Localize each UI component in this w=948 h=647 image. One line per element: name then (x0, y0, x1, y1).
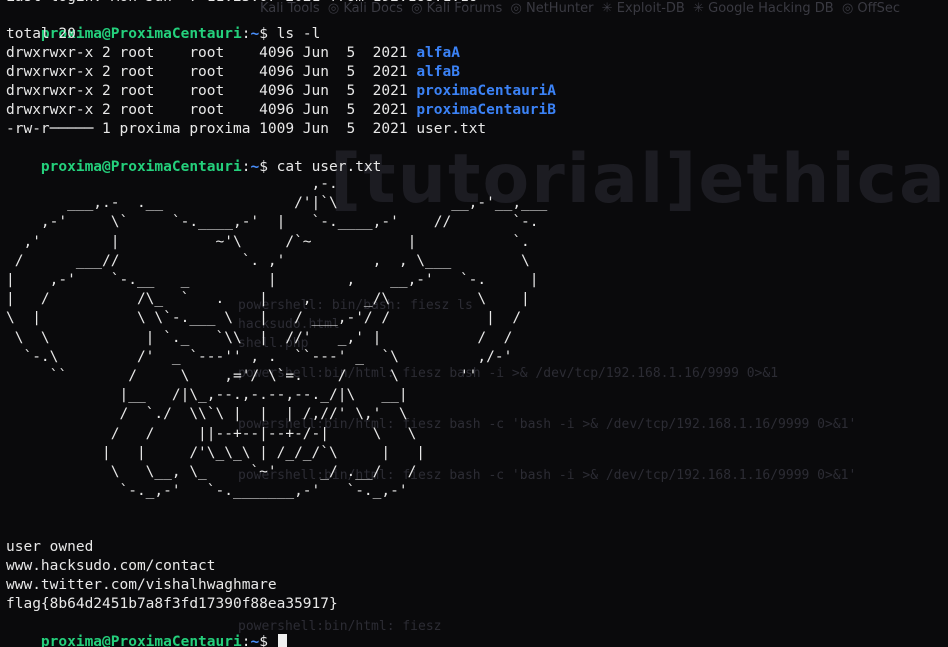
ascii-art-logo: ,-. ___,.- .__ /'|`\ __,-'__,___ ,-' \` … (6, 176, 548, 500)
ls-row-meta: drwxrwxr-x 2 root root 4096 Jun 5 2021 (6, 64, 417, 80)
contact-url-line: www.hacksudo.com/contact (6, 558, 216, 574)
flag-line: flag{8b64d2451b7a8f3fd17390f88ea35917} (6, 596, 338, 612)
prompt-path: ~ (250, 634, 260, 647)
user-owned-line: user owned (6, 539, 94, 555)
ls-row: drwxrwxr-x 2 root root 4096 Jun 5 2021 a… (6, 44, 460, 63)
prompt-path: ~ (250, 159, 260, 175)
terminal-window[interactable]: Kali Tools ◎ Kali Docs ◎ Kali Forums ◎ N… (0, 0, 948, 647)
prompt-path: ~ (250, 26, 260, 42)
ls-total: total 20 (6, 26, 76, 42)
command-ls: ls -l (276, 26, 321, 42)
prompt-line-current[interactable]: proxima@ProximaCentauri:~$ (6, 614, 287, 647)
ls-row: -rw-r───── 1 proxima proxima 1009 Jun 5 … (6, 120, 486, 139)
ls-row: drwxrwxr-x 2 root root 4096 Jun 5 2021 p… (6, 101, 556, 120)
prompt-user-host: proxima@ProximaCentauri (40, 159, 242, 175)
ls-row-name: alfaB (416, 64, 460, 80)
ls-row-meta: drwxrwxr-x 2 root root 4096 Jun 5 2021 (6, 102, 417, 118)
prompt-symbol: $ (259, 26, 277, 42)
command-cat: cat user.txt (276, 159, 382, 175)
ls-row-name: proximaCentauriB (416, 102, 556, 118)
prompt-line-ls: proxima@ProximaCentauri:~$ ls -l (6, 6, 320, 42)
twitter-url-line: www.twitter.com/vishalhwaghmare (6, 577, 277, 593)
ls-row-meta: -rw-r───── 1 proxima proxima 1009 Jun 5 … (6, 121, 417, 137)
prompt-user-host: proxima@ProximaCentauri (40, 634, 242, 647)
ls-row-meta: drwxrwxr-x 2 root root 4096 Jun 5 2021 (6, 45, 417, 61)
prompt-line-cat: proxima@ProximaCentauri:~$ cat user.txt (6, 139, 382, 175)
ls-row-meta: drwxrwxr-x 2 root root 4096 Jun 5 2021 (6, 83, 417, 99)
ls-row-name: alfaA (416, 45, 460, 61)
ls-row: drwxrwxr-x 2 root root 4096 Jun 5 2021 p… (6, 82, 556, 101)
ls-row: drwxrwxr-x 2 root root 4096 Jun 5 2021 a… (6, 63, 460, 82)
prompt-symbol: $ (259, 159, 277, 175)
ls-row-name: user.txt (416, 121, 487, 137)
ls-row-name: proximaCentauriA (416, 83, 556, 99)
text-cursor[interactable] (277, 633, 287, 647)
prompt-symbol: $ (259, 634, 277, 647)
